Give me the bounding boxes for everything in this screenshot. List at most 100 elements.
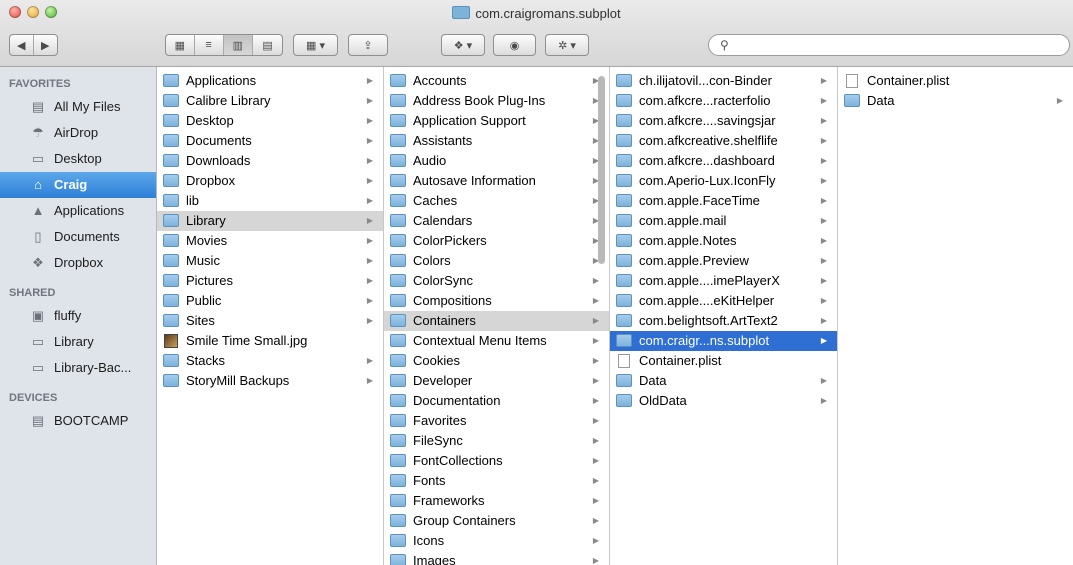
quick-look-button[interactable]: ◉ xyxy=(493,34,536,56)
folder-row[interactable]: FontCollections ▶ xyxy=(384,451,609,471)
row-label: com.apple....imePlayerX xyxy=(639,273,780,288)
row-label: Audio xyxy=(413,153,447,168)
folder-row[interactable]: Dropbox ▶ xyxy=(157,171,383,191)
sidebar-item-applications[interactable]: ▲ Applications xyxy=(0,198,156,224)
folder-row[interactable]: Autosave Information ▶ xyxy=(384,171,609,191)
folder-row[interactable]: Applications ▶ xyxy=(157,71,383,91)
folder-row[interactable]: Stacks ▶ xyxy=(157,351,383,371)
sidebar-item-craig[interactable]: ⌂ Craig xyxy=(0,172,156,198)
row-label: Documentation xyxy=(413,393,501,408)
arrange-button[interactable]: ▦ ▾ xyxy=(293,34,338,56)
folder-row[interactable]: Movies ▶ xyxy=(157,231,383,251)
folder-row[interactable]: Calendars ▶ xyxy=(384,211,609,231)
folder-row[interactable]: Audio ▶ xyxy=(384,151,609,171)
folder-row[interactable]: Documents ▶ xyxy=(157,131,383,151)
column-1[interactable]: Applications ▶ Calibre Library ▶ Desktop ▶ Doc… xyxy=(157,67,384,565)
folder-row[interactable]: Caches ▶ xyxy=(384,191,609,211)
folder-row[interactable]: Public ▶ xyxy=(157,291,383,311)
folder-row[interactable]: com.apple.Preview ▶ xyxy=(610,251,837,271)
folder-row[interactable]: Accounts ▶ xyxy=(384,71,609,91)
folder-row[interactable]: com.belightsoft.ArtText2 ▶ xyxy=(610,311,837,331)
folder-row[interactable]: ColorPickers ▶ xyxy=(384,231,609,251)
sidebar-item-bootcamp[interactable]: ▤ BOOTCAMP xyxy=(0,408,156,434)
column-4[interactable]: Container.plist Data ▶ xyxy=(838,67,1073,565)
action-button[interactable]: ✲ ▾ xyxy=(545,34,589,56)
file-row[interactable]: Container.plist xyxy=(610,351,837,371)
folder-row[interactable]: Downloads ▶ xyxy=(157,151,383,171)
folder-row[interactable]: com.afkcre....savingsjar ▶ xyxy=(610,111,837,131)
folder-row[interactable]: StoryMill Backups ▶ xyxy=(157,371,383,391)
folder-row[interactable]: Data ▶ xyxy=(838,91,1073,111)
folder-row[interactable]: Developer ▶ xyxy=(384,371,609,391)
folder-row[interactable]: Images ▶ xyxy=(384,551,609,565)
back-button[interactable]: ◀ xyxy=(10,35,34,55)
folder-row[interactable]: com.apple.Notes ▶ xyxy=(610,231,837,251)
folder-row[interactable]: Icons ▶ xyxy=(384,531,609,551)
column-2[interactable]: Accounts ▶ Address Book Plug-Ins ▶ Applicati… xyxy=(384,67,610,565)
sidebar-item-library[interactable]: ▭ Library xyxy=(0,329,156,355)
folder-row[interactable]: ch.ilijatovil...con-Binder ▶ xyxy=(610,71,837,91)
folder-row[interactable]: FileSync ▶ xyxy=(384,431,609,451)
share-button[interactable]: ⇪ xyxy=(348,34,388,56)
folder-row[interactable]: Fonts ▶ xyxy=(384,471,609,491)
dropbox-button[interactable]: ❖ ▾ xyxy=(441,34,485,56)
folder-row[interactable]: Documentation ▶ xyxy=(384,391,609,411)
folder-row[interactable]: Containers ▶ xyxy=(384,311,609,331)
row-label: Smile Time Small.jpg xyxy=(186,333,308,348)
folder-row[interactable]: com.afkcre...racterfolio ▶ xyxy=(610,91,837,111)
sidebar-item-airdrop[interactable]: ☂ AirDrop xyxy=(0,120,156,146)
sidebar-item-all-my-files[interactable]: ▤ All My Files xyxy=(0,94,156,120)
forward-button[interactable]: ▶ xyxy=(34,35,57,55)
folder-row[interactable]: com.apple....imePlayerX ▶ xyxy=(610,271,837,291)
folder-row[interactable]: Library ▶ xyxy=(157,211,383,231)
coverflow-view-button[interactable]: ▤ xyxy=(253,35,282,55)
folder-row[interactable]: Compositions ▶ xyxy=(384,291,609,311)
folder-row[interactable]: com.apple.FaceTime ▶ xyxy=(610,191,837,211)
column-view-button[interactable]: ▥ xyxy=(223,35,254,55)
row-label: Documents xyxy=(186,133,252,148)
row-label: Caches xyxy=(413,193,458,208)
folder-row[interactable]: Contextual Menu Items ▶ xyxy=(384,331,609,351)
folder-row[interactable]: com.apple.mail ▶ xyxy=(610,211,837,231)
folder-row[interactable]: OldData ▶ xyxy=(610,391,837,411)
sidebar-item-fluffy[interactable]: ▣ fluffy xyxy=(0,303,156,329)
file-row[interactable]: Smile Time Small.jpg xyxy=(157,331,383,351)
sidebar-item-documents[interactable]: ▯ Documents xyxy=(0,224,156,250)
server-icon: ▣ xyxy=(31,308,45,323)
folder-row[interactable]: Data ▶ xyxy=(610,371,837,391)
folder-row[interactable]: lib ▶ xyxy=(157,191,383,211)
icon-view-button[interactable]: ▦ xyxy=(166,35,195,55)
folder-row[interactable]: Application Support ▶ xyxy=(384,111,609,131)
sidebar-item-library-backup[interactable]: ▭ Library-Bac... xyxy=(0,355,156,381)
file-row[interactable]: Container.plist xyxy=(838,71,1073,91)
folder-shape xyxy=(390,534,406,547)
folder-row[interactable]: Desktop ▶ xyxy=(157,111,383,131)
folder-row[interactable]: com.craigr...ns.subplot ▶ xyxy=(610,331,837,351)
folder-row[interactable]: Assistants ▶ xyxy=(384,131,609,151)
column-3[interactable]: ch.ilijatovil...con-Binder ▶ com.afkcre...… xyxy=(610,67,838,565)
folder-row[interactable]: Address Book Plug-Ins ▶ xyxy=(384,91,609,111)
folder-row[interactable]: Calibre Library ▶ xyxy=(157,91,383,111)
folder-icon xyxy=(390,554,406,565)
folder-row[interactable]: Frameworks ▶ xyxy=(384,491,609,511)
sidebar-item-desktop[interactable]: ▭ Desktop xyxy=(0,146,156,172)
search-field[interactable]: ⚲ xyxy=(708,34,1070,56)
folder-row[interactable]: Colors ▶ xyxy=(384,251,609,271)
folder-row[interactable]: Sites ▶ xyxy=(157,311,383,331)
sidebar-item-dropbox[interactable]: ❖ Dropbox xyxy=(0,250,156,276)
folder-row[interactable]: Pictures ▶ xyxy=(157,271,383,291)
folder-row[interactable]: ColorSync ▶ xyxy=(384,271,609,291)
folder-row[interactable]: Music ▶ xyxy=(157,251,383,271)
folder-row[interactable]: Cookies ▶ xyxy=(384,351,609,371)
folder-shape xyxy=(390,254,406,267)
folder-row[interactable]: com.apple....eKitHelper ▶ xyxy=(610,291,837,311)
list-view-button[interactable]: ≡ xyxy=(195,35,224,55)
folder-row[interactable]: com.afkcre...dashboard ▶ xyxy=(610,151,837,171)
folder-row[interactable]: com.afkcreative.shelflife ▶ xyxy=(610,131,837,151)
folder-row[interactable]: com.Aperio-Lux.IconFly ▶ xyxy=(610,171,837,191)
folder-row[interactable]: Favorites ▶ xyxy=(384,411,609,431)
folder-icon xyxy=(390,214,406,228)
row-label: Assistants xyxy=(413,133,473,148)
folder-row[interactable]: Group Containers ▶ xyxy=(384,511,609,531)
column-2-scrollbar[interactable] xyxy=(598,76,605,264)
